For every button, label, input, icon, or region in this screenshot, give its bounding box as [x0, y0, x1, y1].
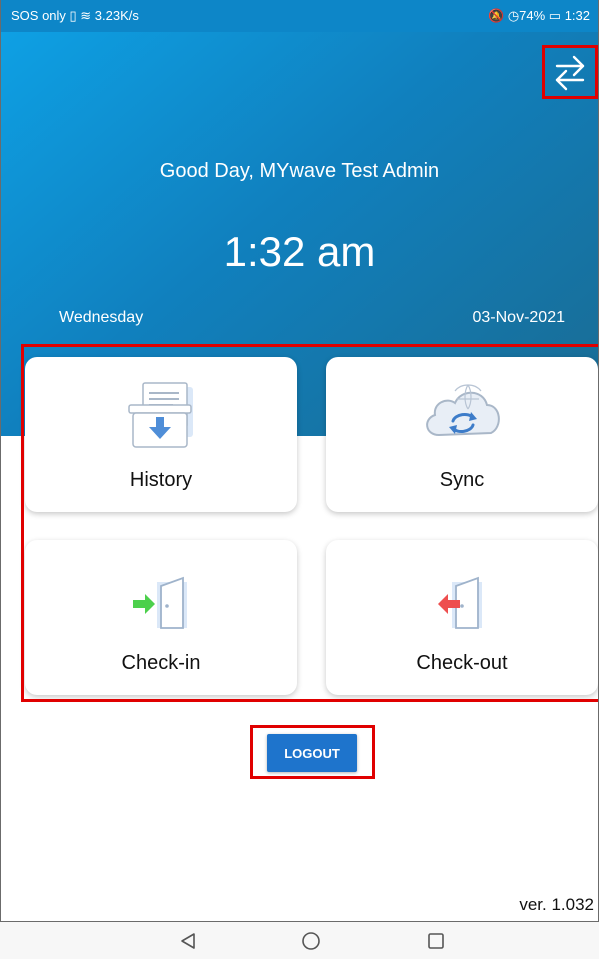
status-right-text: 🔕 ◷74% ▭ 1:32	[488, 8, 590, 23]
app-screen: SOS only ▯ ≋ 3.23K/s 🔕 ◷74% ▭ 1:32 Good …	[0, 0, 599, 922]
current-time: 1:32 am	[223, 228, 376, 275]
swap-arrows-icon	[555, 55, 585, 91]
status-bar: SOS only ▯ ≋ 3.23K/s 🔕 ◷74% ▭ 1:32	[1, 0, 598, 32]
version-text: ver. 1.032	[519, 895, 594, 914]
date-text: 03-Nov-2021	[472, 309, 566, 326]
back-triangle-icon	[181, 933, 195, 949]
switch-account-button[interactable]	[542, 45, 598, 99]
logout-button[interactable]: LOGOUT	[267, 734, 357, 772]
nav-back-button[interactable]	[176, 930, 200, 952]
home-circle-icon	[302, 932, 320, 950]
tiles-highlight-frame	[21, 344, 598, 702]
status-left-text: SOS only ▯ ≋ 3.23K/s	[11, 8, 139, 23]
system-nav-bar	[0, 922, 599, 959]
nav-home-button[interactable]	[299, 930, 323, 952]
greeting-text: Good Day, MYwave Test Admin	[159, 160, 440, 182]
weekday-text: Wednesday	[59, 309, 144, 326]
nav-recents-button[interactable]	[424, 930, 448, 952]
recents-square-icon	[428, 933, 444, 949]
